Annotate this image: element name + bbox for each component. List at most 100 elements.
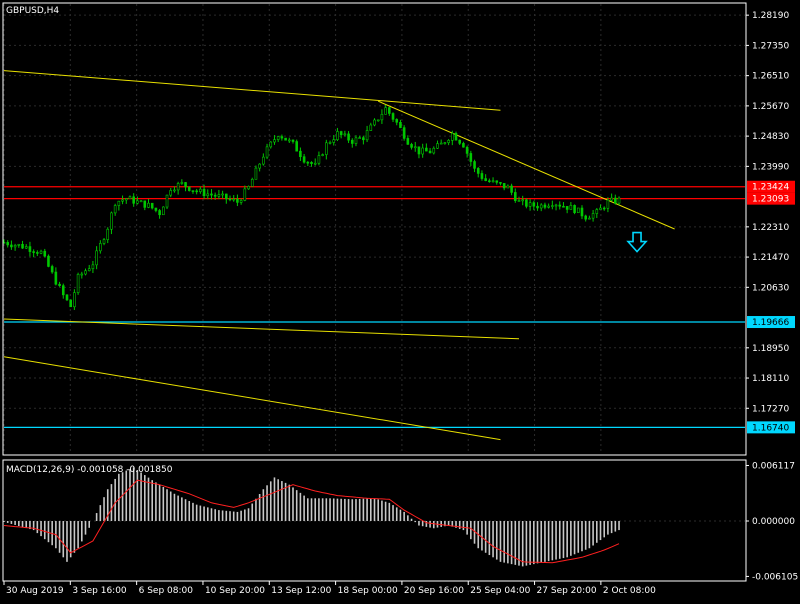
candle-body [169,190,173,196]
candle-body [250,179,254,187]
candle-body [287,139,291,142]
price-tick-label: 1.17270 [752,404,789,414]
candle-body [488,180,491,182]
price-tick-label: 1.20630 [752,283,789,293]
candle-body [451,133,454,141]
candle-body [276,136,280,140]
candle-body [599,207,602,210]
candle-body [247,186,250,190]
candle-body [469,153,473,162]
candle-body [539,204,543,209]
candle-body [236,198,239,203]
candle-body [573,205,576,213]
candle-body [458,139,462,144]
candle-body [69,299,72,308]
price-tick-label: 1.28190 [752,11,789,21]
candle-body [28,246,32,252]
candle-body [213,194,217,197]
candle-body [354,137,358,144]
candle-body [339,131,343,136]
candle-body [421,147,424,155]
candle-body [614,197,617,204]
resistance-1-label: 1.23424 [752,183,789,193]
candle-body [195,190,198,193]
candle-body [576,207,580,213]
candle-body [210,193,213,196]
candle-body [517,200,521,202]
candle-body [532,202,536,207]
candle-body [187,186,191,191]
candle-body [513,192,517,201]
candle-body [295,141,298,152]
candle-body [173,189,176,192]
candle-body [502,183,506,189]
macd-tick-label: 0.006117 [752,461,795,471]
candle-body [13,245,17,248]
candle-body [76,274,80,293]
macd-tick-label: 0.000000 [752,517,795,527]
candle-body [291,139,295,142]
candle-body [476,168,480,174]
candle-body [269,141,273,148]
trading-chart-window[interactable]: GBPUSD,H4 MACD(12,26,9) -0.001058 -0.001… [0,0,800,600]
candle-body [528,202,532,207]
candle-body [180,182,184,184]
candle-body [565,206,569,210]
candle-body [536,205,539,209]
macd-indicator-label: MACD(12,26,9) -0.001058 -0.001850 [6,465,173,475]
candle-body [350,139,354,144]
candle-body [484,178,487,181]
candle-body [39,250,43,254]
candle-body [6,242,10,246]
price-tick-label: 1.25670 [752,102,789,112]
support-1-label: 1.19666 [752,318,789,328]
candle-body [228,198,232,201]
candle-body [191,190,195,192]
candle-body [306,161,310,164]
price-tick-label: 1.26510 [752,72,789,82]
candle-body [32,251,35,253]
candle-body [369,124,373,131]
candle-body [336,131,339,140]
candle-body [221,193,224,196]
price-tick-label: 1.27350 [752,41,789,51]
candle-body [332,139,336,143]
candle-body [606,199,610,209]
candle-body [321,154,324,156]
candle-body [558,204,562,207]
macd-tick-label: -0.006105 [752,572,798,582]
candle-body [617,197,621,204]
candle-body [136,200,139,204]
candle-body [225,193,228,200]
candle-body [139,200,143,203]
candle-body [413,146,417,149]
candle-body [162,206,165,216]
candle-body [495,180,499,183]
time-tick-label: 18 Sep 00:00 [338,586,398,596]
candle-body [284,137,287,141]
candle-body [480,173,484,179]
candle-body [362,137,365,141]
candle-body [265,146,269,158]
candle-body [302,156,306,163]
candle-body [399,122,402,128]
candle-body [58,283,61,286]
candle-body [165,194,169,208]
candle-body [206,193,210,197]
candle-body [406,138,410,145]
time-tick-label: 13 Sep 12:00 [271,586,331,596]
price-tick-label: 1.23990 [752,162,789,172]
chart-canvas[interactable]: GBPUSD,H4 MACD(12,26,9) -0.001058 -0.001… [0,0,800,600]
candle-body [17,244,21,246]
candle-body [473,161,476,169]
candle-body [21,244,24,249]
candle-body [299,150,302,157]
candle-body [462,143,465,148]
candle-body [110,212,113,230]
candle-body [602,207,606,210]
time-tick-label: 6 Sep 08:00 [139,586,194,596]
candle-body [121,199,124,202]
price-tick-label: 1.24830 [752,132,789,142]
support-2-label: 1.16740 [752,423,789,433]
candle-body [102,239,106,244]
